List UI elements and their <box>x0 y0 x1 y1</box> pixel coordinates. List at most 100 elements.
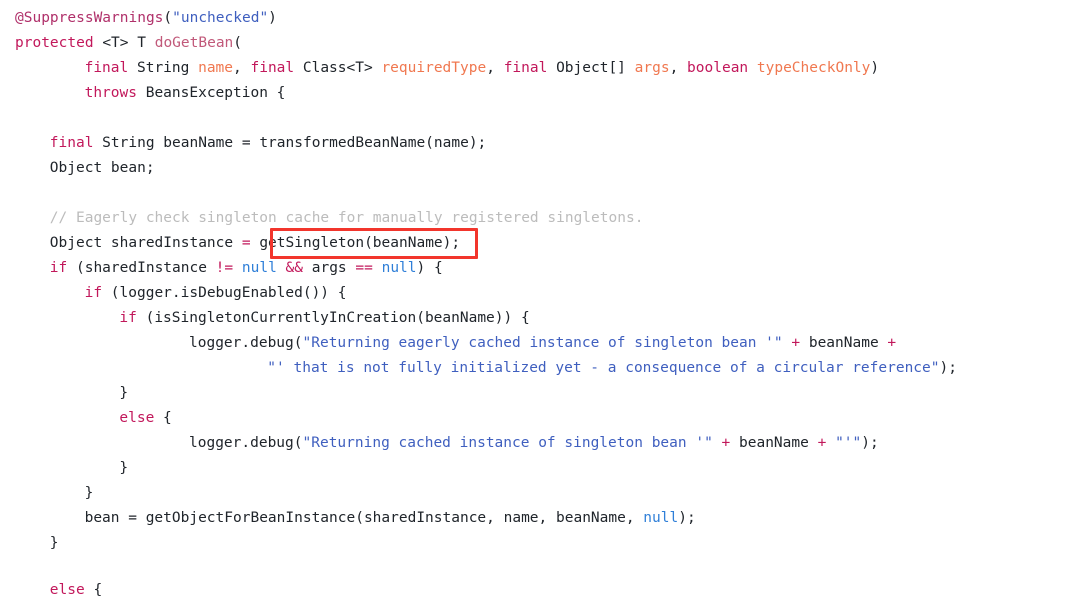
code-token: final <box>250 60 295 76</box>
code-token: final <box>503 60 548 76</box>
code-token: ); <box>861 435 879 451</box>
code-token: if <box>84 285 103 301</box>
code-token: null <box>381 260 417 276</box>
code-token: getSingleton(beanName); <box>250 235 461 251</box>
code-token: boolean <box>687 60 749 76</box>
code-line: else { <box>119 409 171 427</box>
code-token: else <box>49 582 85 598</box>
code-line: Object sharedInstance = getSingleton(bea… <box>50 234 460 252</box>
code-line: throws BeansException { <box>85 84 286 102</box>
code-token: beanName <box>730 435 818 451</box>
code-line: "' that is not fully initialized yet - a… <box>267 359 957 377</box>
code-token: } <box>49 535 59 551</box>
code-line: final String beanName = transformedBeanN… <box>50 134 487 152</box>
code-line: Object bean; <box>50 159 155 177</box>
code-token: "' that is not fully initialized yet - a… <box>267 360 940 376</box>
code-token: else <box>119 410 155 426</box>
code-line: @SuppressWarnings("unchecked") <box>15 9 277 27</box>
code-token: final <box>49 135 94 151</box>
code-token: { <box>84 582 103 598</box>
code-token: Class<T> <box>294 60 382 76</box>
code-token: (logger.isDebugEnabled()) { <box>102 285 347 301</box>
code-token: Object bean; <box>49 160 155 176</box>
code-token: <T> <box>102 35 129 51</box>
code-token: ) { <box>416 260 443 276</box>
code-line: if (isSingletonCurrentlyInCreation(beanN… <box>119 309 529 327</box>
code-token: logger.debug( <box>189 435 303 451</box>
code-token: } <box>119 460 129 476</box>
code-token: = <box>241 235 251 251</box>
code-token: + <box>721 435 731 451</box>
code-token: , <box>486 60 504 76</box>
code-token: Object[] <box>547 60 635 76</box>
code-token: @SuppressWarnings <box>15 10 164 26</box>
code-token: bean = getObjectForBeanInstance(sharedIn… <box>84 510 644 526</box>
code-token: , <box>669 60 688 76</box>
code-token: if <box>119 310 137 326</box>
code-line: } <box>119 459 128 477</box>
code-line: if (logger.isDebugEnabled()) { <box>85 284 347 302</box>
code-viewer[interactable]: @SuppressWarnings("unchecked") protected … <box>0 0 1079 598</box>
code-token: throws <box>84 85 137 101</box>
code-line: bean = getObjectForBeanInstance(sharedIn… <box>85 509 696 527</box>
code-line: else { <box>50 581 102 599</box>
code-token: // Eagerly check singleton cache for man… <box>49 210 644 226</box>
code-token: String <box>128 60 199 76</box>
code-token: "Returning eagerly cached instance of si… <box>302 335 783 351</box>
code-token: null <box>241 260 277 276</box>
code-line: } <box>119 384 128 402</box>
code-token: ); <box>678 510 696 526</box>
code-token: Object sharedInstance <box>49 235 242 251</box>
code-token: args <box>303 260 356 276</box>
code-token: ) <box>870 60 880 76</box>
code-line: logger.debug("Returning eagerly cached i… <box>189 334 896 352</box>
code-token: null <box>643 510 679 526</box>
code-line: } <box>85 484 94 502</box>
code-token: logger.debug( <box>189 335 303 351</box>
code-line: // Eagerly check singleton cache for man… <box>50 209 644 227</box>
code-line: } <box>50 534 59 552</box>
code-token: typeCheckOnly <box>756 60 871 76</box>
code-token: (sharedInstance <box>67 260 216 276</box>
code-token: final <box>84 60 129 76</box>
code-line: if (sharedInstance != null && args == nu… <box>50 259 443 277</box>
code-token: ( <box>163 10 173 26</box>
code-token: != <box>215 260 234 276</box>
code-token: name <box>198 60 234 76</box>
code-token: beanName <box>800 335 888 351</box>
code-line: final String name, final Class<T> requir… <box>85 59 880 77</box>
code-token: protected <box>15 35 94 51</box>
code-token: , <box>233 60 251 76</box>
code-token: } <box>119 385 129 401</box>
code-token: "unchecked" <box>172 10 269 26</box>
code-token: if <box>49 260 68 276</box>
code-token: ); <box>939 360 957 376</box>
code-token: BeansException { <box>136 85 286 101</box>
code-token: doGetBean <box>154 35 234 51</box>
code-token: String beanName = transformedBeanName(na… <box>93 135 487 151</box>
code-token: + <box>887 335 897 351</box>
code-token: } <box>84 485 94 501</box>
code-line: logger.debug("Returning cached instance … <box>189 434 879 452</box>
code-token: ) <box>268 10 277 26</box>
code-token: "Returning cached instance of singleton … <box>302 435 713 451</box>
code-token: { <box>154 410 172 426</box>
code-line: protected <T> T doGetBean( <box>15 34 242 52</box>
code-token: ( <box>233 35 243 51</box>
code-token: args <box>634 60 670 76</box>
code-token: T <box>128 35 155 51</box>
code-token: + <box>791 335 801 351</box>
code-token: (isSingletonCurrentlyInCreation(beanName… <box>136 310 530 326</box>
code-token: == <box>355 260 373 276</box>
code-token: "'" <box>835 435 862 451</box>
code-token: requiredType <box>381 60 487 76</box>
